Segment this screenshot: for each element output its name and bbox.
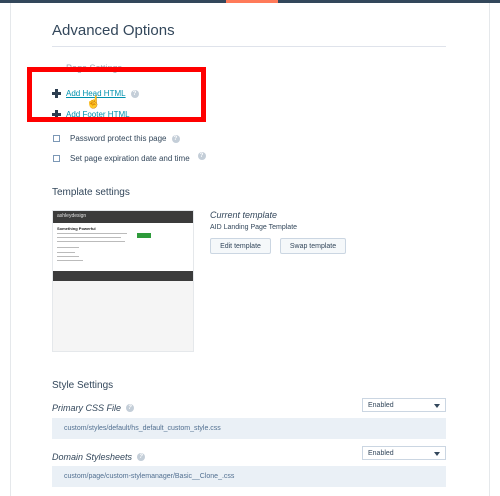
thumbnail-text-line — [57, 241, 125, 242]
domain-stylesheets-row: Domain Stylesheets ? — [52, 452, 146, 462]
current-template-label: Current template — [210, 210, 278, 220]
domain-stylesheets-label: Domain Stylesheets — [52, 452, 133, 462]
help-icon[interactable]: ? — [197, 151, 206, 160]
thumbnail-text-line — [57, 237, 121, 238]
domain-stylesheets-path: custom/page/custom-stylemanager/Basic__C… — [52, 466, 446, 487]
password-protect-checkbox[interactable] — [53, 135, 60, 142]
template-settings-heading: Template settings — [52, 187, 130, 198]
edit-template-button[interactable]: Edit template — [210, 238, 271, 254]
primary-css-select-value: Enabled — [368, 401, 394, 409]
title-divider — [52, 46, 446, 47]
style-settings-heading: Style Settings — [52, 380, 114, 391]
template-thumbnail: ashleydesign Something Powerful — [52, 210, 194, 352]
thumbnail-body: Something Powerful — [53, 223, 193, 271]
thumbnail-heading: Something Powerful — [57, 226, 96, 231]
help-icon[interactable]: ? — [171, 134, 180, 143]
thumbnail-logo: ashleydesign — [57, 213, 87, 219]
password-protect-row[interactable]: Password protect this page ? — [52, 134, 180, 143]
current-template-name: AID Landing Page Template — [210, 224, 298, 231]
chevron-down-icon[interactable] — [434, 404, 440, 408]
primary-css-path: custom/styles/default/hs_default_custom_… — [52, 418, 446, 439]
thumbnail-text-line — [57, 260, 83, 261]
chevron-down-icon[interactable] — [434, 452, 440, 456]
swap-template-button[interactable]: Swap template — [280, 238, 346, 254]
annotation-highlight-box — [27, 67, 206, 122]
primary-css-select[interactable]: Enabled — [362, 398, 446, 412]
thumbnail-text-line — [57, 256, 79, 257]
domain-stylesheets-select-value: Enabled — [368, 449, 394, 457]
thumbnail-text-line — [57, 233, 127, 234]
expiration-checkbox[interactable] — [53, 155, 60, 162]
thumbnail-text-line — [57, 247, 79, 248]
password-protect-label: Password protect this page — [70, 134, 167, 143]
domain-stylesheets-select[interactable]: Enabled — [362, 446, 446, 460]
expiration-label: Set page expiration date and time — [70, 154, 190, 163]
help-icon[interactable]: ? — [137, 453, 146, 461]
expiration-row[interactable]: Set page expiration date and time ? — [52, 151, 206, 163]
thumbnail-header: ashleydesign — [53, 211, 193, 223]
panel-right-border — [489, 3, 490, 496]
thumbnail-footer — [53, 271, 193, 281]
panel-left-border — [10, 3, 11, 496]
thumbnail-button — [137, 233, 151, 238]
help-icon[interactable]: ? — [126, 404, 135, 412]
thumbnail-text-line — [57, 252, 75, 253]
primary-css-row: Primary CSS File ? — [52, 403, 135, 413]
top-bar-accent — [226, 0, 278, 3]
page-title: Advanced Options — [52, 22, 175, 39]
primary-css-label: Primary CSS File — [52, 403, 122, 413]
